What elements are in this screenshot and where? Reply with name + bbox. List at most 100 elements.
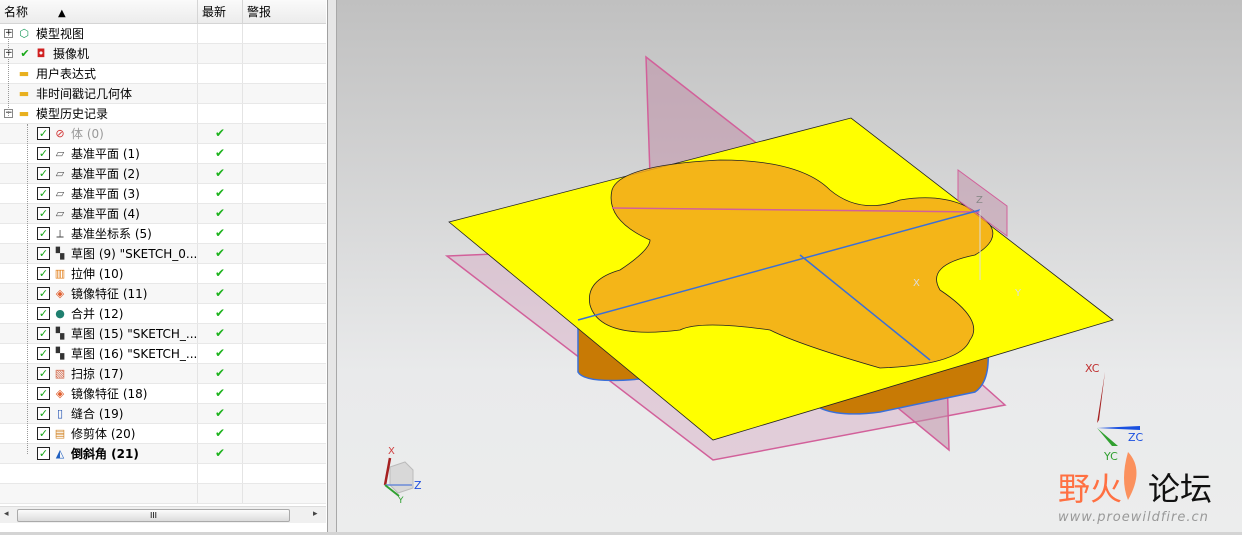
csys-z-label: Z bbox=[976, 195, 983, 206]
alert-cell bbox=[243, 464, 326, 483]
alert-cell bbox=[243, 324, 326, 343]
tree-node[interactable]: ▬ 用户表达式 bbox=[0, 64, 326, 84]
scroll-right-arrow-icon[interactable]: ▸ bbox=[313, 509, 318, 519]
name-cell: + ✔ ◘ 摄像机 bbox=[0, 44, 198, 63]
column-latest-header[interactable]: 最新 bbox=[198, 0, 243, 24]
triad-z-label: Z bbox=[414, 479, 422, 492]
name-cell: ✓ ▚ 草图 (16) "SKETCH_... bbox=[0, 344, 198, 363]
alert-cell bbox=[243, 204, 326, 223]
feature-row[interactable]: ✓ ▱ 基准平面 (1) ✔ bbox=[0, 144, 326, 164]
feature-row[interactable]: ✓ ▱ 基准平面 (3) ✔ bbox=[0, 184, 326, 204]
feature-checkbox[interactable]: ✓ bbox=[37, 247, 50, 260]
wcs-zc-axis bbox=[1097, 426, 1140, 430]
feature-row[interactable]: ✓ ◭ 倒斜角 (21) ✔ bbox=[0, 444, 326, 464]
feature-label: 基准平面 (4) bbox=[71, 207, 140, 221]
chamfer-icon: ◭ bbox=[55, 447, 65, 460]
csys-y-label: Y bbox=[1014, 288, 1022, 299]
name-cell: ✓ ⊘ 体 (0) bbox=[0, 124, 198, 143]
feature-checkbox[interactable]: ✓ bbox=[37, 167, 50, 180]
wcs-yc-label: YC bbox=[1103, 450, 1118, 463]
alert-cell bbox=[243, 164, 326, 183]
feature-label: 镜像特征 (11) bbox=[71, 287, 148, 301]
tree-node[interactable]: − ▬ 模型历史记录 bbox=[0, 104, 326, 124]
trim-body-icon: ▤ bbox=[54, 427, 66, 440]
feature-checkbox[interactable]: ✓ bbox=[37, 427, 50, 440]
alert-cell bbox=[243, 484, 326, 503]
horizontal-scrollbar[interactable]: ◂ III ▸ bbox=[0, 506, 326, 523]
feature-row[interactable]: ✓ ⊘ 体 (0) ✔ bbox=[0, 124, 326, 144]
name-cell: ✓ ▯ 缝合 (19) bbox=[0, 404, 198, 423]
feature-checkbox[interactable]: ✓ bbox=[37, 367, 50, 380]
feature-row[interactable]: ✓ ▯ 缝合 (19) ✔ bbox=[0, 404, 326, 424]
grip-icon: III bbox=[149, 511, 158, 520]
alert-cell bbox=[243, 304, 326, 323]
visible-check-icon[interactable]: ✔ bbox=[18, 47, 32, 61]
alert-cell bbox=[243, 264, 326, 283]
feature-checkbox[interactable]: ✓ bbox=[37, 227, 50, 240]
feature-label: 扫掠 (17) bbox=[71, 367, 124, 381]
tree-node[interactable]: + ✔ ◘ 摄像机 bbox=[0, 44, 326, 64]
latest-status-icon: ✔ bbox=[198, 404, 243, 423]
sketch-icon: ▚ bbox=[55, 247, 65, 260]
feature-row[interactable]: ✓ ▚ 草图 (15) "SKETCH_... ✔ bbox=[0, 324, 326, 344]
folder-open-icon: ▬ bbox=[18, 107, 30, 120]
feature-row[interactable]: ✓ ▧ 扫掠 (17) ✔ bbox=[0, 364, 326, 384]
name-cell bbox=[0, 464, 198, 483]
latest-status-icon: ✔ bbox=[198, 244, 243, 263]
graphics-viewport[interactable]: Z X Y XC ZC YC X Z Y 野火 论坛 www.proewildf… bbox=[337, 0, 1242, 532]
feature-checkbox[interactable]: ✓ bbox=[37, 387, 50, 400]
feature-checkbox[interactable]: ✓ bbox=[37, 207, 50, 220]
feature-label: 草图 (9) "SKETCH_0... bbox=[71, 247, 198, 261]
extrude-icon: ▥ bbox=[54, 267, 66, 280]
feature-row[interactable]: ✓ ● 合并 (12) ✔ bbox=[0, 304, 326, 324]
sew-icon: ▯ bbox=[56, 407, 64, 420]
feature-row[interactable]: ✓ ▚ 草图 (9) "SKETCH_0... ✔ bbox=[0, 244, 326, 264]
column-alert-header[interactable]: 警报 bbox=[243, 0, 326, 24]
alert-cell bbox=[243, 24, 326, 43]
alert-cell bbox=[243, 184, 326, 203]
watermark-logo: 野火 论坛 www.proewildfire.cn bbox=[1058, 452, 1212, 525]
tree-node[interactable]: ▬ 非时间戳记几何体 bbox=[0, 84, 326, 104]
feature-checkbox[interactable]: ✓ bbox=[37, 327, 50, 340]
latest-cell bbox=[198, 84, 243, 103]
feature-row[interactable]: ✓ ▤ 修剪体 (20) ✔ bbox=[0, 424, 326, 444]
latest-cell bbox=[198, 24, 243, 43]
feature-checkbox[interactable]: ✓ bbox=[37, 287, 50, 300]
datum-plane-icon: ▱ bbox=[55, 147, 65, 160]
feature-checkbox[interactable]: ✓ bbox=[37, 447, 50, 460]
name-cell: ✓ ◈ 镜像特征 (11) bbox=[0, 284, 198, 303]
folder-icon: ▬ bbox=[18, 87, 30, 100]
tree-node[interactable]: + ⬡ 模型视图 bbox=[0, 24, 326, 44]
feature-row[interactable]: ✓ ◈ 镜像特征 (18) ✔ bbox=[0, 384, 326, 404]
feature-row[interactable]: ✓ ▚ 草图 (16) "SKETCH_... ✔ bbox=[0, 344, 326, 364]
alert-cell bbox=[243, 124, 326, 143]
feature-checkbox[interactable]: ✓ bbox=[37, 407, 50, 420]
feature-row[interactable]: ✓ ▥ 拉伸 (10) ✔ bbox=[0, 264, 326, 284]
scrollbar-thumb[interactable]: III bbox=[17, 509, 290, 522]
feature-checkbox[interactable]: ✓ bbox=[37, 147, 50, 160]
latest-status-icon: ✔ bbox=[198, 164, 243, 183]
latest-status-icon: ✔ bbox=[198, 304, 243, 323]
feature-checkbox[interactable]: ✓ bbox=[37, 347, 50, 360]
feature-row[interactable]: ✓ ▱ 基准平面 (2) ✔ bbox=[0, 164, 326, 184]
name-cell: ✓ ● 合并 (12) bbox=[0, 304, 198, 323]
feature-row[interactable]: ✓ ◈ 镜像特征 (11) ✔ bbox=[0, 284, 326, 304]
scroll-left-arrow-icon[interactable]: ◂ bbox=[4, 509, 9, 519]
feature-row[interactable]: ✓ ⟂ 基准坐标系 (5) ✔ bbox=[0, 224, 326, 244]
feature-checkbox[interactable]: ✓ bbox=[37, 127, 50, 140]
name-cell: + ⬡ 模型视图 bbox=[0, 24, 198, 43]
latest-status-icon: ✔ bbox=[198, 364, 243, 383]
column-name-header[interactable]: 名称 ▲ bbox=[0, 0, 198, 24]
latest-cell bbox=[198, 104, 243, 123]
feature-checkbox[interactable]: ✓ bbox=[37, 267, 50, 280]
feature-checkbox[interactable]: ✓ bbox=[37, 307, 50, 320]
wcs-xc-axis bbox=[1097, 372, 1105, 423]
mirror-icon: ◈ bbox=[55, 287, 65, 300]
feature-checkbox[interactable]: ✓ bbox=[37, 187, 50, 200]
panel-splitter[interactable] bbox=[328, 0, 337, 532]
name-cell: ▬ 用户表达式 bbox=[0, 64, 198, 83]
datum-plane-icon: ▱ bbox=[55, 207, 65, 220]
feature-label: 倒斜角 (21) bbox=[71, 447, 139, 461]
latest-cell bbox=[198, 484, 243, 503]
feature-row[interactable]: ✓ ▱ 基准平面 (4) ✔ bbox=[0, 204, 326, 224]
